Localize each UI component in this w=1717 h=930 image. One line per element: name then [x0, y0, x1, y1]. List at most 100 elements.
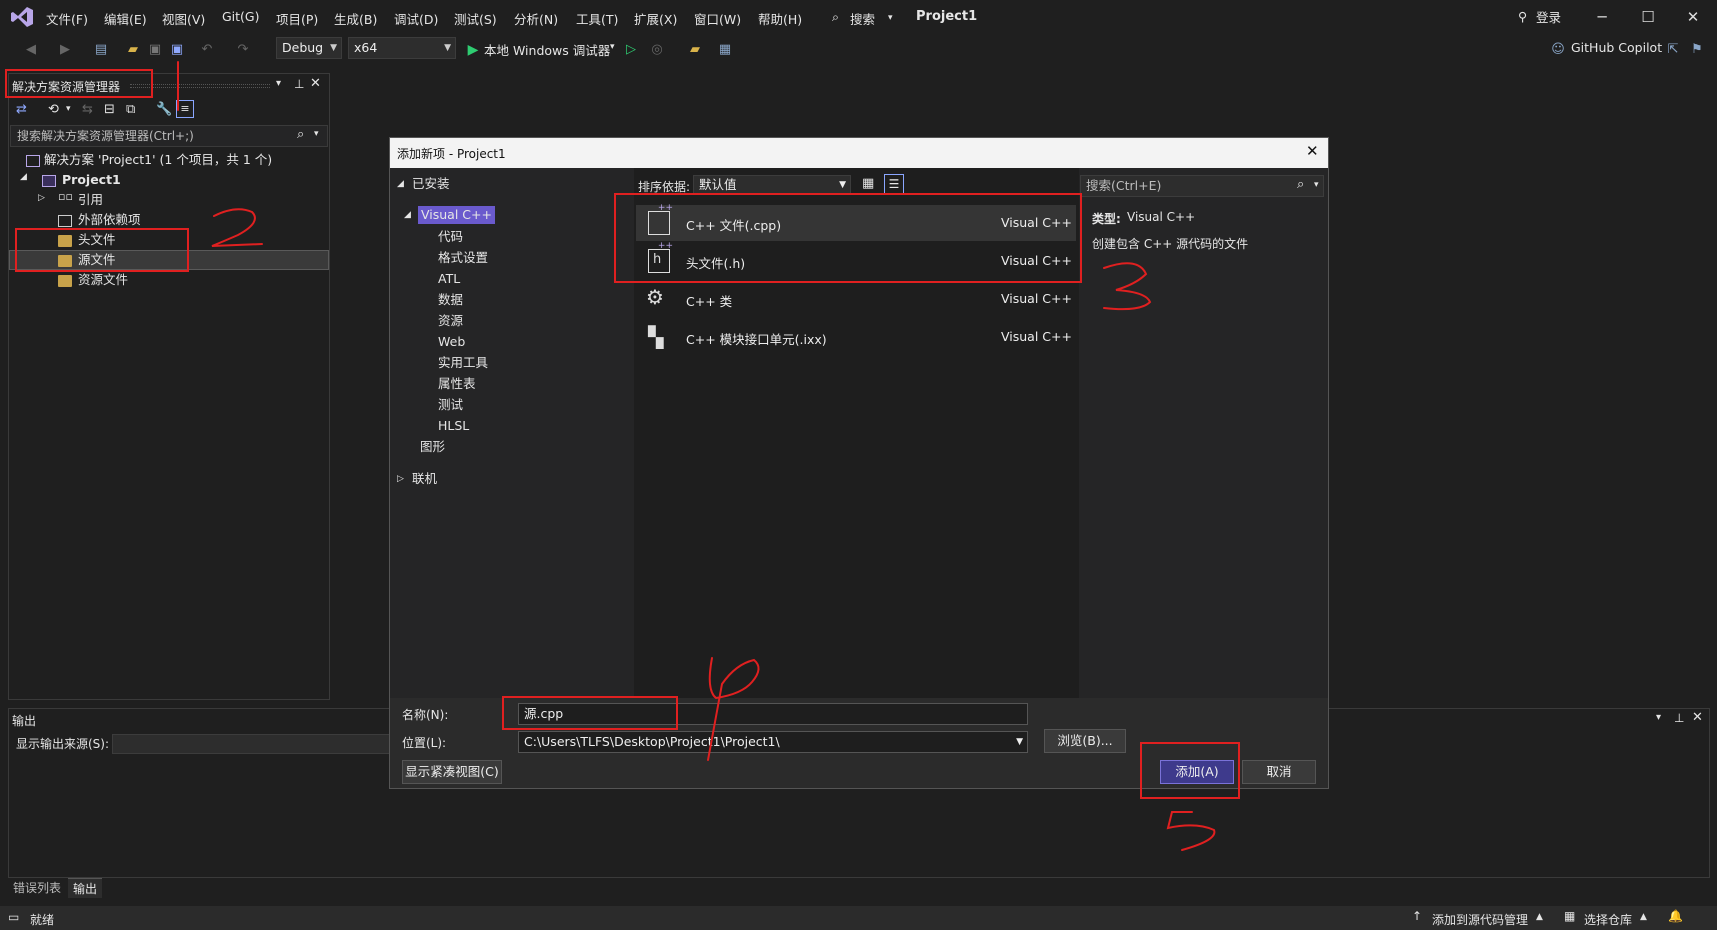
- list-view-icon[interactable]: ☰: [884, 174, 904, 194]
- tree-installed[interactable]: 已安装: [412, 174, 450, 194]
- select-repo-button[interactable]: 选择仓库: [1584, 911, 1632, 928]
- menu-file[interactable]: 文件(F): [46, 9, 88, 28]
- back-icon[interactable]: ◀: [22, 41, 40, 59]
- menu-git[interactable]: Git(G): [222, 9, 260, 24]
- copilot-icon[interactable]: ☺: [1549, 41, 1567, 59]
- minimize-icon[interactable]: ─: [1587, 6, 1617, 28]
- expand-icon[interactable]: ◢: [397, 179, 404, 189]
- tree-formatting[interactable]: 格式设置: [438, 248, 488, 268]
- pending-changes-icon[interactable]: ⇆: [82, 102, 93, 117]
- start-without-debug-icon[interactable]: ▷: [622, 41, 640, 59]
- add-source-control-button[interactable]: 添加到源代码管理: [1432, 911, 1528, 928]
- tree-data[interactable]: 数据: [438, 290, 463, 310]
- chevron-down-icon[interactable]: ▾: [1314, 180, 1319, 190]
- browse-folder-icon[interactable]: ▰: [686, 41, 704, 59]
- chevron-down-icon[interactable]: ▾: [314, 129, 319, 139]
- feedback-icon[interactable]: ⚑: [1688, 41, 1706, 59]
- configuration-select[interactable]: Debug ▼: [276, 37, 342, 59]
- tree-graphics[interactable]: 图形: [420, 437, 445, 457]
- tab-error-list[interactable]: 错误列表: [8, 878, 66, 898]
- menu-debug[interactable]: 调试(D): [394, 9, 438, 28]
- sort-select[interactable]: 默认值 ▼: [693, 175, 851, 195]
- save-all-icon[interactable]: ▣: [168, 41, 186, 59]
- close-icon[interactable]: ✕: [1692, 710, 1703, 725]
- tree-online[interactable]: 联机: [412, 469, 437, 489]
- collapse-icon[interactable]: ▷: [38, 193, 45, 203]
- grid-view-icon[interactable]: ▦: [862, 176, 874, 191]
- expand-icon[interactable]: ◢: [20, 172, 27, 182]
- menu-window[interactable]: 窗口(W): [694, 9, 741, 28]
- tree-resource[interactable]: 资源: [438, 311, 463, 331]
- close-icon[interactable]: ✕: [1678, 6, 1708, 28]
- tab-output[interactable]: 输出: [68, 878, 103, 898]
- copilot-label[interactable]: GitHub Copilot: [1571, 40, 1662, 55]
- expand-icon[interactable]: ◢: [404, 210, 411, 220]
- new-item-icon[interactable]: ▤: [92, 41, 110, 59]
- tree-web[interactable]: Web: [438, 332, 465, 352]
- hot-reload-icon[interactable]: ◎: [648, 41, 666, 59]
- menu-build[interactable]: 生成(B): [334, 9, 377, 28]
- open-folder-icon[interactable]: ▰: [124, 41, 142, 59]
- tree-code[interactable]: 代码: [438, 227, 463, 247]
- login-link[interactable]: 登录: [1536, 7, 1561, 26]
- tree-item-references[interactable]: 引用: [78, 190, 103, 210]
- tree-solution[interactable]: 解决方案 'Project1' (1 个项目，共 1 个): [44, 150, 272, 170]
- tree-hlsl[interactable]: HLSL: [438, 416, 469, 436]
- tree-item-external-deps[interactable]: 外部依赖项: [78, 210, 141, 230]
- search-icon[interactable]: ⌕: [832, 9, 839, 25]
- share-icon[interactable]: ⇱: [1664, 41, 1682, 59]
- template-row-module[interactable]: ▚ C++ 模块接口单元(.ixx) Visual C++: [636, 319, 1076, 355]
- browse-button[interactable]: 浏览(B)...: [1044, 729, 1126, 753]
- maximize-icon[interactable]: ☐: [1633, 6, 1663, 28]
- pin-icon[interactable]: ⊥: [1674, 711, 1684, 725]
- menu-edit[interactable]: 编辑(E): [104, 9, 147, 28]
- close-icon[interactable]: ✕: [1306, 142, 1319, 160]
- menu-view[interactable]: 视图(V): [162, 9, 205, 28]
- template-row-class[interactable]: ⚙ C++ 类 Visual C++: [636, 281, 1076, 317]
- visual-studio-logo-icon[interactable]: [10, 6, 34, 28]
- tree-test[interactable]: 测试: [438, 395, 463, 415]
- close-icon[interactable]: ✕: [310, 76, 321, 91]
- platform-select[interactable]: x64 ▼: [348, 37, 456, 59]
- undo-icon[interactable]: ↶: [198, 41, 216, 59]
- collapse-icon[interactable]: ▷: [397, 474, 404, 484]
- chevron-down-icon[interactable]: ▾: [1656, 712, 1661, 723]
- pin-icon[interactable]: ⊥: [294, 77, 304, 91]
- collapse-all-icon[interactable]: ⊟: [104, 102, 115, 117]
- compact-view-button[interactable]: 显示紧凑视图(C): [402, 760, 502, 784]
- tree-visual-cpp[interactable]: Visual C++: [418, 206, 495, 224]
- template-search-input[interactable]: 搜索(Ctrl+E): [1080, 175, 1324, 197]
- show-all-files-icon[interactable]: ⧉: [126, 102, 135, 117]
- play-icon[interactable]: ▶: [464, 41, 482, 59]
- account-icon[interactable]: ⚲: [1518, 9, 1527, 24]
- properties-icon[interactable]: 🔧: [156, 102, 172, 117]
- solution-search-input[interactable]: 搜索解决方案资源管理器(Ctrl+;): [10, 125, 328, 147]
- cancel-button[interactable]: 取消: [1242, 760, 1316, 784]
- menu-help[interactable]: 帮助(H): [758, 9, 802, 28]
- tree-atl[interactable]: ATL: [438, 269, 460, 289]
- layout-icon[interactable]: ▦: [716, 41, 734, 59]
- menu-extensions[interactable]: 扩展(X): [634, 9, 677, 28]
- tree-property-sheets[interactable]: 属性表: [438, 374, 476, 394]
- preview-selected-icon[interactable]: ≡: [176, 100, 194, 118]
- menu-tools[interactable]: 工具(T): [576, 9, 618, 28]
- menu-test[interactable]: 测试(S): [454, 9, 497, 28]
- save-icon[interactable]: ▣: [146, 41, 164, 59]
- tree-item-resource-files[interactable]: 资源文件: [78, 270, 128, 290]
- notification-icon[interactable]: 🔔: [1668, 909, 1683, 923]
- forward-icon[interactable]: ▶: [56, 41, 74, 59]
- history-icon[interactable]: ⟲: [48, 102, 59, 117]
- start-debugger-button[interactable]: 本地 Windows 调试器: [484, 40, 610, 59]
- tree-utility[interactable]: 实用工具: [438, 353, 488, 373]
- redo-icon[interactable]: ↷: [234, 41, 252, 59]
- chevron-down-icon[interactable]: ▾: [276, 78, 281, 89]
- tree-project[interactable]: Project1: [62, 170, 121, 190]
- output-source-select[interactable]: [112, 734, 392, 754]
- menu-analyze[interactable]: 分析(N): [514, 9, 558, 28]
- chevron-down-icon[interactable]: ▾: [66, 104, 71, 114]
- search-icon[interactable]: ⌕: [297, 127, 304, 142]
- location-select[interactable]: C:\Users\TLFS\Desktop\Project1\Project1\…: [518, 731, 1028, 753]
- search-icon[interactable]: ⌕: [1297, 177, 1304, 192]
- menu-project[interactable]: 项目(P): [276, 9, 318, 28]
- sync-icon[interactable]: ⇄: [16, 102, 27, 117]
